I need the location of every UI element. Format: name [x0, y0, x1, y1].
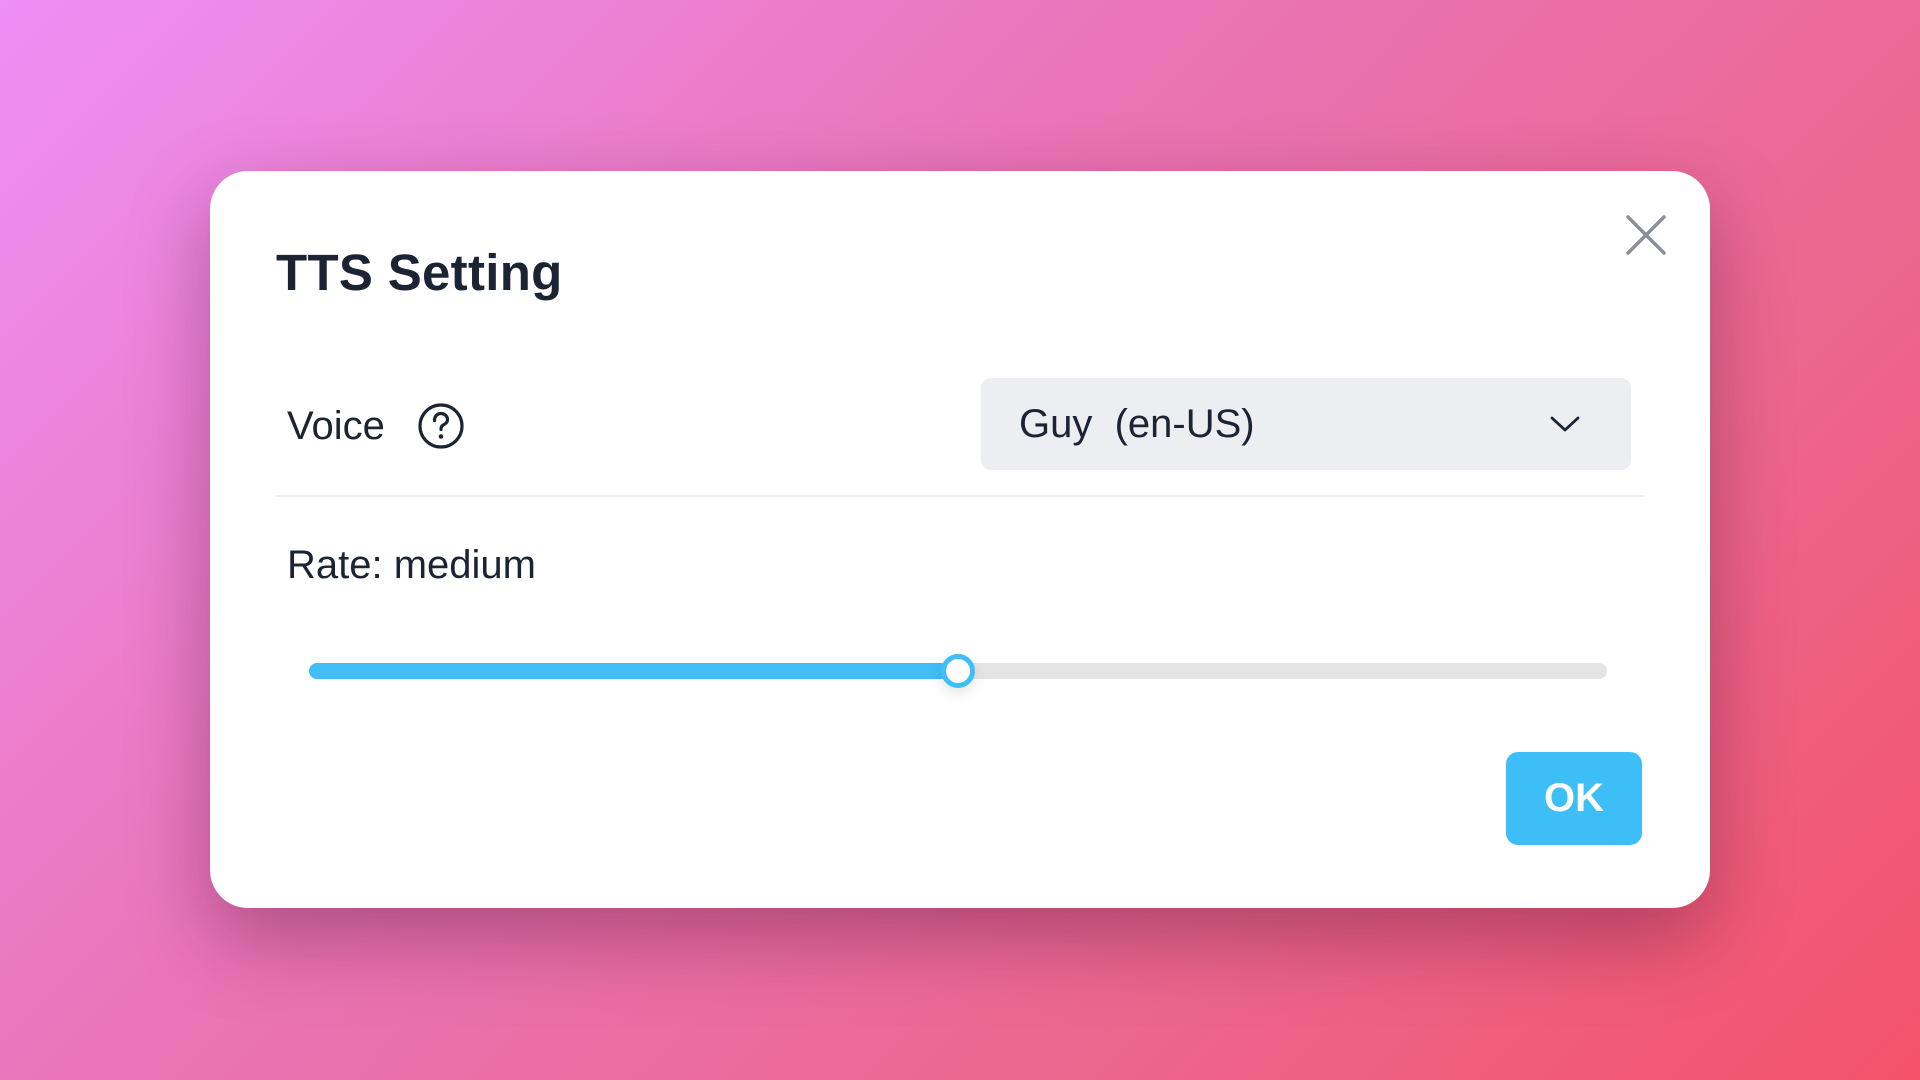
- voice-label: Voice: [287, 404, 385, 448]
- ok-button[interactable]: OK: [1506, 752, 1642, 845]
- close-icon: [1626, 215, 1666, 255]
- divider: [276, 495, 1644, 497]
- slider-thumb[interactable]: [941, 654, 975, 688]
- voice-row: Voice Guy (en-US): [276, 378, 1644, 470]
- voice-select-value: Guy (en-US): [1019, 402, 1255, 446]
- dialog-title: TTS Setting: [276, 244, 563, 301]
- close-button[interactable]: [1622, 211, 1670, 259]
- voice-select[interactable]: Guy (en-US): [981, 378, 1631, 470]
- rate-label: Rate: medium: [287, 543, 536, 587]
- help-circle-icon[interactable]: [417, 402, 465, 450]
- tts-setting-dialog: TTS Setting Voice Guy (en-US) Rate: medi…: [210, 171, 1710, 908]
- rate-slider[interactable]: [309, 651, 1607, 689]
- slider-fill: [309, 663, 958, 679]
- chevron-down-icon: [1549, 412, 1581, 436]
